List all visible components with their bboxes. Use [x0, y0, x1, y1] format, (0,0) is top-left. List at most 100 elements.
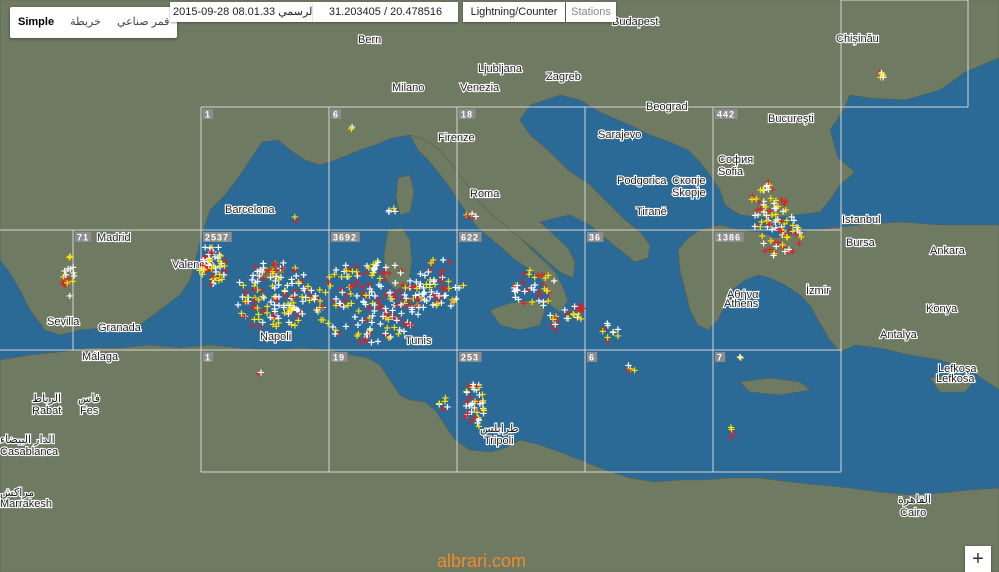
grid-count-label: 18: [459, 109, 476, 120]
lightning-strike-marker: +: [311, 291, 319, 302]
city-label: Roma: [470, 188, 500, 200]
lightning-strike-marker: +: [396, 268, 404, 279]
lightning-strike-marker: +: [763, 180, 771, 191]
city-label: Málaga: [82, 351, 119, 363]
lightning-strike-marker: +: [879, 73, 887, 84]
city-label: Скопје: [672, 175, 706, 187]
lightning-strike-marker: +: [281, 290, 289, 301]
lightning-strike-marker: +: [319, 302, 327, 313]
lightning-strike-marker: +: [381, 328, 389, 339]
lightning-strike-marker: +: [439, 255, 447, 266]
grid-count-label: 442: [715, 109, 738, 120]
zoom-in-button[interactable]: +: [965, 546, 991, 572]
city-label: Chișinău: [836, 33, 879, 45]
lightning-strike-marker: +: [272, 271, 280, 282]
lightning-map[interactable]: 1 6 18 44271 2537 3692 622 36 13861 19 253 6 7 Bern …: [0, 0, 999, 572]
grid-count-label: 622: [459, 232, 482, 243]
lightning-strike-marker: +: [727, 423, 735, 434]
city-label: Zagreb: [546, 71, 581, 83]
grid-count-label: 71: [75, 232, 92, 243]
lightning-strike-marker: +: [788, 247, 796, 258]
city-label: Athens: [724, 298, 759, 310]
lightning-strike-marker: +: [362, 315, 370, 326]
map-type-control: Simple خريطة قمر صناعي: [10, 7, 178, 38]
lightning-strike-marker: +: [427, 258, 435, 269]
svg-text:1386: 1386: [717, 233, 741, 243]
lightning-strike-marker: +: [396, 286, 404, 297]
svg-text:6: 6: [589, 353, 595, 363]
svg-text:1: 1: [205, 353, 211, 363]
lightning-strike-marker: +: [753, 205, 761, 216]
svg-text:3692: 3692: [333, 233, 357, 243]
svg-text:19: 19: [333, 353, 345, 363]
lightning-strike-marker: +: [257, 368, 265, 379]
coordinates-display: 31.203405 / 20.478516: [313, 2, 458, 22]
city-label: فاس: [78, 393, 100, 405]
lightning-counter-button[interactable]: Lightning/Counter: [463, 2, 565, 22]
grid-count-label: 6: [587, 352, 598, 363]
lightning-strike-marker: +: [379, 311, 387, 322]
lightning-strike-marker: +: [758, 231, 766, 242]
city-label: طرابلس: [480, 423, 519, 435]
map-type-map-button[interactable]: خريطة: [62, 7, 109, 38]
stations-button[interactable]: Stations: [566, 2, 616, 22]
lightning-strike-marker: +: [577, 314, 585, 325]
lightning-strike-marker: +: [335, 299, 343, 310]
city-label: Cairo: [900, 507, 926, 519]
city-label: София: [718, 154, 753, 166]
city-label: Antalya: [880, 329, 918, 341]
lightning-strike-marker: +: [426, 283, 434, 294]
lightning-strike-marker: +: [374, 337, 382, 348]
lightning-strike-marker: +: [778, 240, 786, 251]
lightning-strike-marker: +: [465, 381, 473, 392]
map-type-simple-button[interactable]: Simple: [10, 7, 62, 38]
lightning-strike-marker: +: [249, 271, 257, 282]
city-label: Barcelona: [225, 204, 275, 216]
lightning-strike-marker: +: [788, 212, 796, 223]
lightning-strike-marker: +: [441, 397, 449, 408]
lightning-strike-marker: +: [441, 284, 449, 295]
lightning-strike-marker: +: [462, 401, 470, 412]
lightning-strike-marker: +: [540, 284, 548, 295]
city-label: Tripoli: [484, 435, 514, 447]
svg-text:2537: 2537: [205, 233, 229, 243]
lightning-strike-marker: +: [520, 298, 528, 309]
svg-text:6: 6: [333, 110, 339, 120]
city-label: Napoli: [260, 331, 291, 343]
lightning-strike-marker: +: [220, 261, 228, 272]
lightning-strike-marker: +: [217, 251, 225, 262]
city-label: الرباط: [32, 393, 61, 405]
city-label: الدار البيضاء: [0, 434, 55, 446]
lightning-strike-marker: +: [401, 302, 409, 313]
svg-text:253: 253: [461, 353, 479, 363]
city-label: Ljubljana: [478, 63, 523, 75]
city-label: Tunis: [405, 335, 432, 347]
grid-count-label: 19: [331, 352, 348, 363]
lightning-strike-marker: +: [364, 303, 372, 314]
lightning-strike-marker: +: [259, 259, 267, 270]
lightning-strike-marker: +: [479, 404, 487, 415]
lightning-strike-marker: +: [241, 297, 249, 308]
lightning-strike-marker: +: [386, 294, 394, 305]
lightning-strike-marker: +: [206, 243, 214, 254]
lightning-strike-marker: +: [394, 329, 402, 340]
city-label: Bursa: [846, 237, 876, 249]
lightning-strike-marker: +: [207, 264, 215, 275]
city-label: Marrakesh: [0, 498, 52, 510]
city-label: Sevilla: [47, 316, 80, 328]
lightning-strike-marker: +: [317, 315, 325, 326]
svg-text:7: 7: [717, 353, 723, 363]
city-label: Istanbul: [842, 214, 881, 226]
lightning-strike-marker: +: [794, 223, 802, 234]
lightning-strike-marker: +: [549, 315, 557, 326]
lightning-strike-marker: +: [250, 285, 258, 296]
city-label: Bern: [358, 34, 381, 46]
lightning-strike-marker: +: [777, 227, 785, 238]
city-label: Lefkosa: [936, 373, 975, 385]
lightning-strike-marker: +: [240, 312, 248, 323]
lightning-strike-marker: +: [736, 352, 744, 363]
lightning-strike-marker: +: [66, 291, 74, 302]
city-label: Konya: [926, 303, 958, 315]
map-type-satellite-button[interactable]: قمر صناعي: [109, 7, 178, 38]
lightning-strike-marker: +: [353, 271, 361, 282]
